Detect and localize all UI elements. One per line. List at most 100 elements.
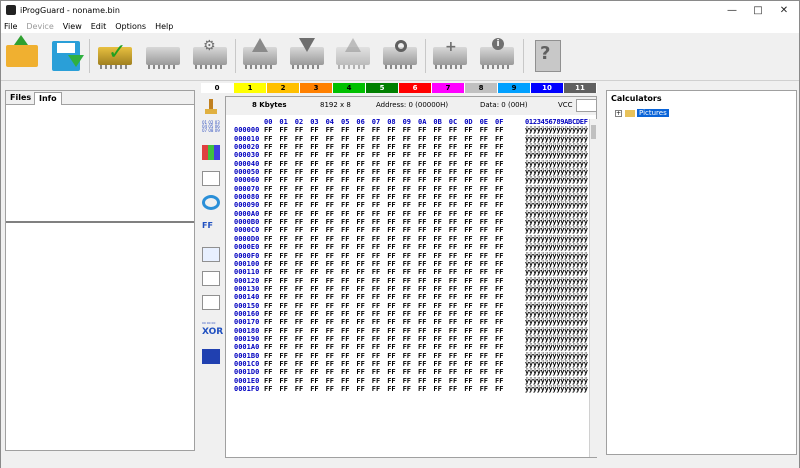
hex-byte[interactable]: FF xyxy=(356,235,369,243)
ascii-cell[interactable]: ÿÿÿÿÿÿÿÿÿÿÿÿÿÿÿÿ xyxy=(525,201,588,209)
hex-byte[interactable]: FF xyxy=(326,160,339,168)
ascii-cell[interactable]: ÿÿÿÿÿÿÿÿÿÿÿÿÿÿÿÿ xyxy=(525,360,588,368)
hex-byte[interactable]: FF xyxy=(279,360,292,368)
hex-byte[interactable]: FF xyxy=(464,201,477,209)
hex-byte[interactable]: FF xyxy=(433,318,446,326)
hex-byte[interactable]: FF xyxy=(480,243,493,251)
chip-compare-icon[interactable]: + xyxy=(431,36,469,76)
hex-byte[interactable]: FF xyxy=(341,126,354,134)
hex-byte[interactable]: FF xyxy=(480,160,493,168)
hex-byte[interactable]: FF xyxy=(326,126,339,134)
hex-byte[interactable]: FF xyxy=(341,151,354,159)
hex-byte[interactable]: FF xyxy=(433,193,446,201)
hex-byte[interactable]: FF xyxy=(495,126,508,134)
hex-byte[interactable]: FF xyxy=(418,252,431,260)
hex-byte[interactable]: FF xyxy=(495,226,508,234)
xor-icon[interactable]: XOR xyxy=(202,327,223,342)
hex-byte[interactable]: FF xyxy=(372,368,385,376)
hex-byte[interactable]: FF xyxy=(449,260,462,268)
hex-byte[interactable]: FF xyxy=(495,151,508,159)
hex-byte[interactable]: FF xyxy=(295,352,308,360)
hex-byte[interactable]: FF xyxy=(372,360,385,368)
hex-byte[interactable]: FF xyxy=(310,293,323,301)
hex-byte[interactable]: FF xyxy=(480,143,493,151)
ascii-cell[interactable]: ÿÿÿÿÿÿÿÿÿÿÿÿÿÿÿÿ xyxy=(525,310,588,318)
hex-byte[interactable]: FF xyxy=(464,318,477,326)
hex-byte[interactable]: FF xyxy=(326,176,339,184)
hex-byte[interactable]: FF xyxy=(449,310,462,318)
hex-byte[interactable]: FF xyxy=(264,335,277,343)
hex-byte[interactable]: FF xyxy=(403,160,416,168)
hex-byte[interactable]: FF xyxy=(403,143,416,151)
hex-byte[interactable]: FF xyxy=(418,377,431,385)
ascii-cell[interactable]: ÿÿÿÿÿÿÿÿÿÿÿÿÿÿÿÿ xyxy=(525,143,588,151)
hex-byte[interactable]: FF xyxy=(418,368,431,376)
vcc-input[interactable] xyxy=(576,99,596,112)
hex-byte[interactable]: FF xyxy=(464,335,477,343)
hex-byte[interactable]: FF xyxy=(295,318,308,326)
hex-byte[interactable]: FF xyxy=(279,318,292,326)
hex-byte[interactable]: FF xyxy=(372,135,385,143)
hex-byte[interactable]: FF xyxy=(341,185,354,193)
hex-byte[interactable]: FF xyxy=(387,368,400,376)
hex-byte[interactable]: FF xyxy=(279,368,292,376)
hex-byte[interactable]: FF xyxy=(433,268,446,276)
hex-byte[interactable]: FF xyxy=(464,168,477,176)
ascii-cell[interactable]: ÿÿÿÿÿÿÿÿÿÿÿÿÿÿÿÿ xyxy=(525,293,588,301)
hex-byte[interactable]: FF xyxy=(295,176,308,184)
hex-byte[interactable]: FF xyxy=(310,377,323,385)
hex-byte[interactable]: FF xyxy=(356,218,369,226)
hex-byte[interactable]: FF xyxy=(341,260,354,268)
hex-byte[interactable]: FF xyxy=(310,185,323,193)
hex-byte[interactable]: FF xyxy=(495,277,508,285)
hex-byte[interactable]: FF xyxy=(341,377,354,385)
hex-byte[interactable]: FF xyxy=(264,135,277,143)
hex-byte[interactable]: FF xyxy=(418,135,431,143)
hex-byte[interactable]: FF xyxy=(449,218,462,226)
hex-byte[interactable]: FF xyxy=(326,218,339,226)
ascii-cell[interactable]: ÿÿÿÿÿÿÿÿÿÿÿÿÿÿÿÿ xyxy=(525,260,588,268)
hex-byte[interactable]: FF xyxy=(449,360,462,368)
hex-byte[interactable]: FF xyxy=(418,143,431,151)
hex-byte[interactable]: FF xyxy=(295,243,308,251)
tab-info[interactable]: Info xyxy=(34,92,62,105)
color-swatch[interactable]: 9 xyxy=(498,83,531,93)
hex-byte[interactable]: FF xyxy=(495,218,508,226)
hex-byte[interactable]: FF xyxy=(356,151,369,159)
hex-byte[interactable]: FF xyxy=(356,168,369,176)
hex-byte[interactable]: FF xyxy=(295,343,308,351)
hex-byte[interactable]: FF xyxy=(433,201,446,209)
hex-byte[interactable]: FF xyxy=(310,168,323,176)
hex-byte[interactable]: FF xyxy=(279,235,292,243)
hex-byte[interactable]: FF xyxy=(387,268,400,276)
hex-byte[interactable]: FF xyxy=(495,293,508,301)
hex-byte[interactable]: FF xyxy=(295,168,308,176)
hex-byte[interactable]: FF xyxy=(480,268,493,276)
hex-byte[interactable]: FF xyxy=(279,377,292,385)
hex-byte[interactable]: FF xyxy=(264,327,277,335)
hex-byte[interactable]: FF xyxy=(433,135,446,143)
hex-byte[interactable]: FF xyxy=(295,252,308,260)
color-swatch[interactable]: 7 xyxy=(432,83,465,93)
hex-byte[interactable]: FF xyxy=(372,352,385,360)
hex-byte[interactable]: FF xyxy=(356,160,369,168)
hex-byte[interactable]: FF xyxy=(341,343,354,351)
hex-byte[interactable]: FF xyxy=(326,193,339,201)
hex-byte[interactable]: FF xyxy=(341,226,354,234)
hex-byte[interactable]: FF xyxy=(403,210,416,218)
hex-byte[interactable]: FF xyxy=(295,218,308,226)
hex-byte[interactable]: FF xyxy=(326,185,339,193)
hex-byte[interactable]: FF xyxy=(464,160,477,168)
hex-byte[interactable]: FF xyxy=(480,235,493,243)
hex-byte[interactable]: FF xyxy=(341,168,354,176)
hex-byte[interactable]: FF xyxy=(310,160,323,168)
hex-byte[interactable]: FF xyxy=(326,151,339,159)
hex-byte[interactable]: FF xyxy=(495,318,508,326)
refresh-icon[interactable] xyxy=(202,195,220,210)
hex-scrollbar[interactable] xyxy=(589,119,597,457)
hex-byte[interactable]: FF xyxy=(310,143,323,151)
hex-byte[interactable]: FF xyxy=(295,193,308,201)
hex-byte[interactable]: FF xyxy=(387,218,400,226)
hex-byte[interactable]: FF xyxy=(279,168,292,176)
hex-byte[interactable]: FF xyxy=(372,252,385,260)
